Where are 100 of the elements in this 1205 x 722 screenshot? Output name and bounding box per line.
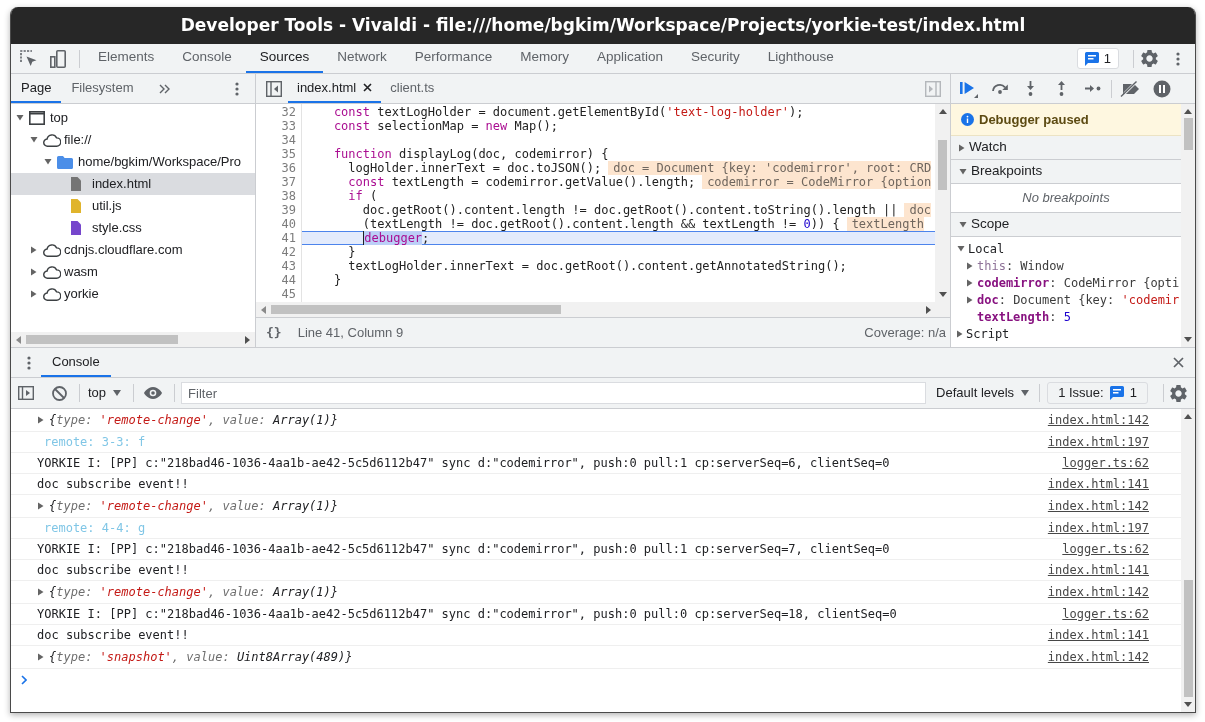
file-tab[interactable]: client.ts [381, 74, 444, 103]
ban-icon[interactable] [52, 385, 67, 401]
caret-right-icon[interactable] [38, 502, 44, 510]
scope-variable[interactable]: this: Window [951, 257, 1181, 274]
scrollbar-thumb[interactable] [271, 305, 561, 314]
source-link[interactable]: index.html:142 [1047, 497, 1149, 515]
tree-item[interactable]: home/bgkim/Workspace/Pro [11, 151, 255, 173]
scrollbar[interactable] [1181, 104, 1195, 347]
caret-down-icon[interactable] [44, 159, 52, 165]
scrollbar[interactable] [11, 332, 255, 347]
scrollbar-thumb[interactable] [1183, 118, 1193, 150]
source-link[interactable]: index.html:142 [1047, 648, 1149, 666]
tree-item[interactable]: yorkie [11, 283, 255, 305]
caret-right-icon[interactable] [967, 278, 973, 287]
pause-circle-icon[interactable] [1152, 79, 1171, 98]
tree-item[interactable]: file:// [11, 129, 255, 151]
scroll-arrow-left-icon[interactable] [261, 305, 266, 314]
gear-icon[interactable] [1141, 50, 1158, 67]
caret-right-icon[interactable] [959, 143, 965, 152]
caret-down-icon[interactable] [30, 137, 38, 143]
section-header[interactable]: Scope [951, 213, 1181, 237]
scroll-arrow-up-icon[interactable] [938, 109, 947, 114]
source-link[interactable]: logger.ts:62 [1062, 605, 1149, 623]
gear-icon[interactable] [1169, 384, 1187, 402]
pretty-print-button[interactable]: {} [266, 322, 282, 343]
filter-field[interactable]: Filter [181, 382, 927, 404]
source-link[interactable]: index.html:141 [1047, 475, 1149, 493]
scroll-arrow-up-icon[interactable] [1184, 414, 1192, 419]
caret-right-icon[interactable] [38, 653, 44, 661]
source-link[interactable]: logger.ts:62 [1062, 454, 1149, 472]
panel-tab[interactable]: Performance [400, 44, 507, 73]
panel-tab[interactable]: Security [676, 44, 754, 73]
panel-tab[interactable]: Memory [506, 44, 583, 73]
scrollbar[interactable] [256, 302, 950, 317]
curved-arrow-icon[interactable] [990, 83, 1009, 94]
tree-item[interactable]: cdnjs.cloudflare.com [11, 239, 255, 261]
scope-variable[interactable]: textLength: 5 [951, 308, 1181, 325]
scrollbar[interactable] [1181, 409, 1195, 712]
issues-button[interactable]: 1 [1076, 48, 1119, 69]
caret-right-icon[interactable] [31, 290, 37, 298]
panel-tab[interactable]: Lighthouse [753, 44, 848, 73]
caret-right-icon[interactable] [38, 588, 44, 596]
section-header[interactable]: Watch [951, 136, 1181, 160]
eye-icon[interactable] [144, 387, 163, 399]
scope-variable[interactable]: codemirror: CodeMirror {opti [951, 274, 1181, 291]
panel-tab[interactable]: Console [168, 44, 246, 73]
issues-button[interactable]: 1 Issue: 1 [1047, 382, 1148, 404]
scrollbar-thumb[interactable] [1183, 580, 1193, 697]
scrollbar[interactable] [935, 104, 950, 302]
panel-tab[interactable]: Application [582, 44, 677, 73]
vertical-ellipsis-icon[interactable] [235, 81, 239, 96]
scroll-arrow-down-icon[interactable] [1184, 702, 1192, 707]
scroll-arrow-down-icon[interactable] [938, 292, 947, 297]
tree-item[interactable]: wasm [11, 261, 255, 283]
scroll-arrow-up-icon[interactable] [1184, 109, 1192, 114]
right-arrow-dot-icon[interactable] [1084, 84, 1101, 93]
caret-down-icon[interactable] [959, 221, 967, 228]
navigator-tab[interactable]: Filesystem [61, 74, 144, 103]
tree-item[interactable]: style.css [11, 217, 255, 239]
play-icon[interactable] [958, 79, 979, 98]
tree-item[interactable]: util.js [11, 195, 255, 217]
scope-group[interactable]: Local [951, 240, 1181, 257]
scope-variable[interactable]: doc: Document {key: 'codemir [951, 291, 1181, 308]
context-dropdown[interactable]: top [88, 383, 122, 403]
caret-right-icon[interactable] [967, 261, 973, 270]
source-link[interactable]: index.html:141 [1047, 561, 1149, 579]
caret-right-icon[interactable] [31, 268, 37, 276]
scrollbar-thumb[interactable] [938, 140, 947, 190]
section-header[interactable]: Breakpoints [951, 160, 1181, 184]
slashed-tag-icon[interactable] [1119, 80, 1142, 97]
panel-tab[interactable]: Elements [84, 44, 169, 73]
cursor-square-icon[interactable] [20, 49, 38, 68]
tree-item[interactable]: index.html [11, 173, 255, 195]
source-link[interactable]: index.html:142 [1047, 583, 1149, 601]
scope-group[interactable]: Script [951, 325, 1181, 342]
caret-right-icon[interactable] [38, 416, 44, 424]
up-arrow-dot-icon[interactable] [1057, 81, 1066, 96]
close-icon[interactable] [363, 83, 373, 92]
sidebar-icon[interactable] [18, 386, 34, 400]
caret-down-icon[interactable] [957, 245, 965, 252]
scrollbar-thumb[interactable] [26, 335, 178, 344]
double-chevron-icon[interactable] [158, 83, 170, 94]
source-link[interactable]: index.html:142 [1047, 411, 1149, 429]
scroll-arrow-right-icon[interactable] [926, 305, 931, 314]
caret-right-icon[interactable] [957, 329, 963, 338]
scroll-arrow-left-icon[interactable] [16, 335, 21, 344]
down-arrow-dot-icon[interactable] [1026, 81, 1035, 96]
source-link[interactable]: logger.ts:62 [1062, 540, 1149, 558]
phone-tablet-icon[interactable] [50, 49, 66, 68]
panel-tab[interactable]: Network [323, 44, 401, 73]
scroll-arrow-down-icon[interactable] [1184, 337, 1192, 342]
caret-right-icon[interactable] [967, 295, 973, 304]
sidebar-left-icon[interactable] [266, 80, 282, 97]
vertical-ellipsis-icon[interactable] [1176, 51, 1180, 66]
caret-right-icon[interactable] [31, 246, 37, 254]
source-link[interactable]: index.html:197 [1047, 519, 1149, 537]
source-link[interactable]: index.html:141 [1047, 626, 1149, 644]
caret-down-icon[interactable] [16, 115, 24, 121]
scroll-arrow-right-icon[interactable] [245, 335, 250, 344]
tree-item[interactable]: top [11, 107, 255, 129]
